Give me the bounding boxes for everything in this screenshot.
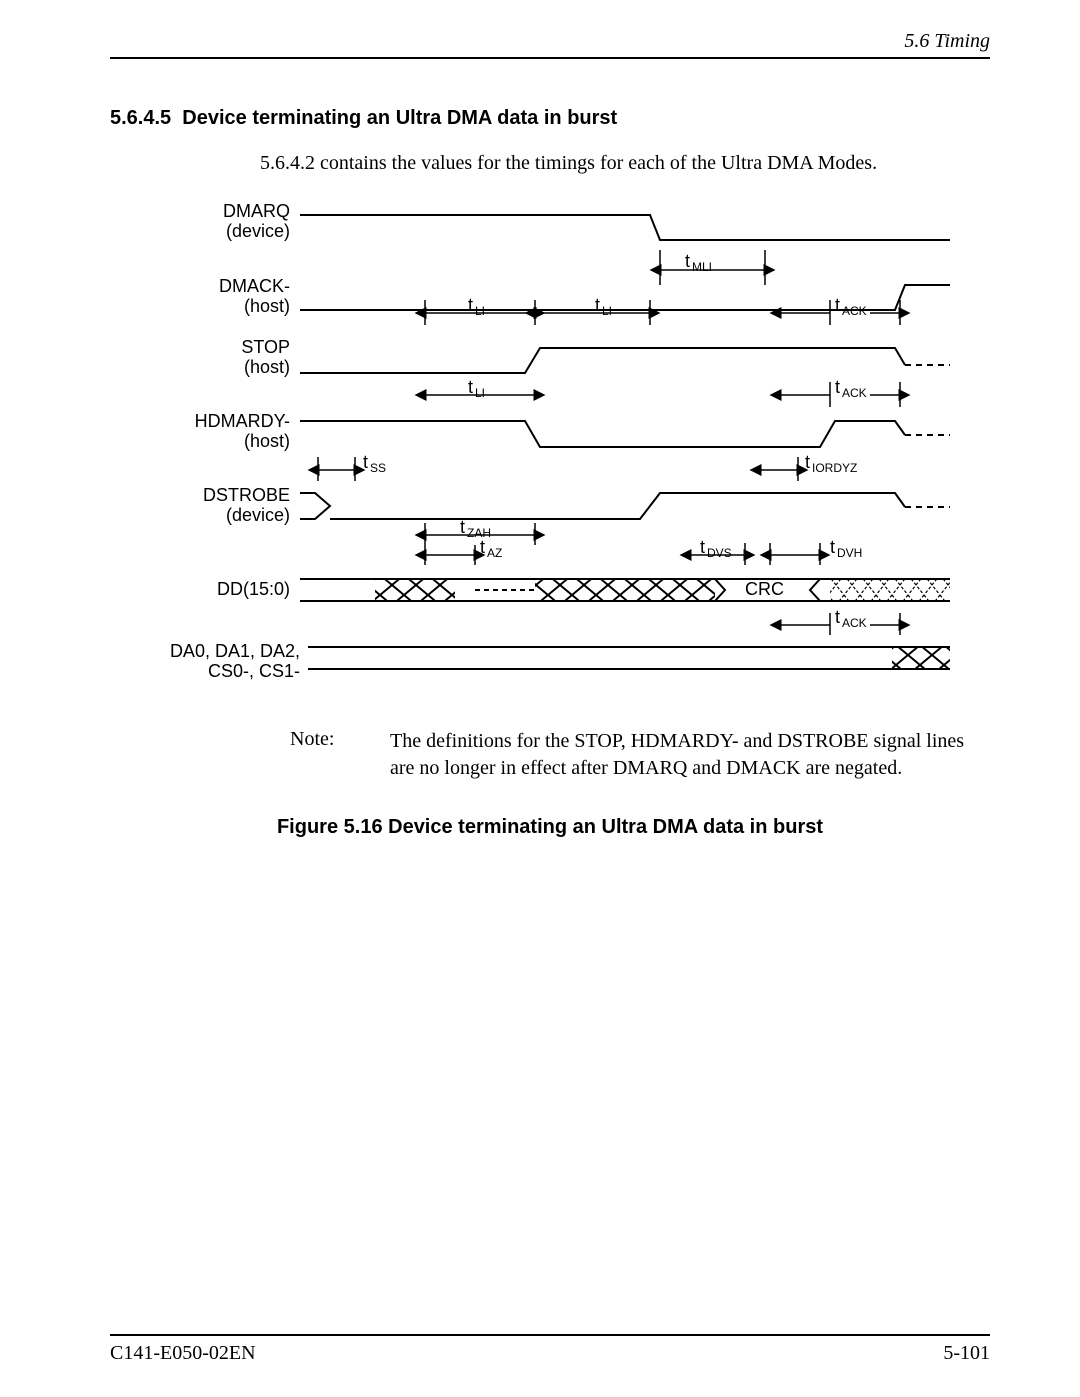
timing-tdvs: DVS <box>707 546 732 560</box>
signal-hdmardy-label: HDMARDY- <box>195 411 290 431</box>
timing-tack3: ACK <box>842 616 867 630</box>
signal-stop-sub: (host) <box>244 357 290 377</box>
footer-page-num: 5-101 <box>943 1342 990 1365</box>
dd-crc-label: CRC <box>745 579 784 599</box>
timing-tli1: LI <box>475 304 485 318</box>
page-footer: C141-E050-02EN 5-101 <box>110 1334 990 1365</box>
timing-tack3-prefix: t <box>835 607 840 627</box>
timing-tzah: ZAH <box>467 526 491 540</box>
signal-dd-label: DD(15:0) <box>217 579 290 599</box>
timing-tdvh: DVH <box>837 546 862 560</box>
signal-dstrobe-label: DSTROBE <box>203 485 290 505</box>
timing-tdvs-prefix: t <box>700 537 705 557</box>
signal-hdmardy-sub: (host) <box>244 431 290 451</box>
section-number: 5.6.4.5 <box>110 107 171 129</box>
timing-tiordyz: IORDYZ <box>812 461 857 475</box>
signal-stop-label: STOP <box>241 337 290 357</box>
timing-tack1: ACK <box>842 304 867 318</box>
timing-tli2-prefix: t <box>595 295 600 315</box>
signal-da-sub: CS0-, CS1- <box>208 661 300 681</box>
timing-tli2: LI <box>602 304 612 318</box>
note-label: Note: <box>290 728 390 782</box>
page-header: 5.6 Timing <box>110 30 990 59</box>
signal-dmack-label: DMACK- <box>219 276 290 296</box>
note: Note: The definitions for the STOP, HDMA… <box>290 728 990 782</box>
timing-tack2: ACK <box>842 386 867 400</box>
signal-dmarq-label: DMARQ <box>223 201 290 221</box>
timing-tmli-prefix: t <box>685 251 690 271</box>
timing-tli1-prefix: t <box>468 295 473 315</box>
section-title: Device terminating an Ultra DMA data in … <box>182 107 617 129</box>
footer-doc-id: C141-E050-02EN <box>110 1342 256 1365</box>
page: 5.6 Timing 5.6.4.5 Device terminating an… <box>0 0 1080 1397</box>
timing-tdvh-prefix: t <box>830 537 835 557</box>
timing-tss: SS <box>370 461 386 475</box>
timing-taz: AZ <box>487 546 502 560</box>
timing-tli3: LI <box>475 386 485 400</box>
timing-tli3-prefix: t <box>468 377 473 397</box>
intro-text: 5.6.4.2 contains the values for the timi… <box>260 152 990 175</box>
signal-dmarq-sub: (device) <box>226 221 290 241</box>
timing-taz-prefix: t <box>480 537 485 557</box>
signal-dstrobe-sub: (device) <box>226 505 290 525</box>
timing-diagram: DMARQ (device) DMACK- (host) t MLI t LI … <box>140 195 990 700</box>
timing-tzah-prefix: t <box>460 517 465 537</box>
signal-da-label: DA0, DA1, DA2, <box>170 641 300 661</box>
signal-dmack-sub: (host) <box>244 296 290 316</box>
timing-tmli: MLI <box>692 260 712 274</box>
figure-caption: Figure 5.16 Device terminating an Ultra … <box>110 816 990 839</box>
section-heading: 5.6.4.5 Device terminating an Ultra DMA … <box>110 107 990 130</box>
timing-tss-prefix: t <box>363 452 368 472</box>
note-body: The definitions for the STOP, HDMARDY- a… <box>390 728 990 782</box>
timing-tack2-prefix: t <box>835 377 840 397</box>
timing-tiordyz-prefix: t <box>805 452 810 472</box>
header-section-ref: 5.6 Timing <box>904 30 990 52</box>
timing-tack1-prefix: t <box>835 295 840 315</box>
